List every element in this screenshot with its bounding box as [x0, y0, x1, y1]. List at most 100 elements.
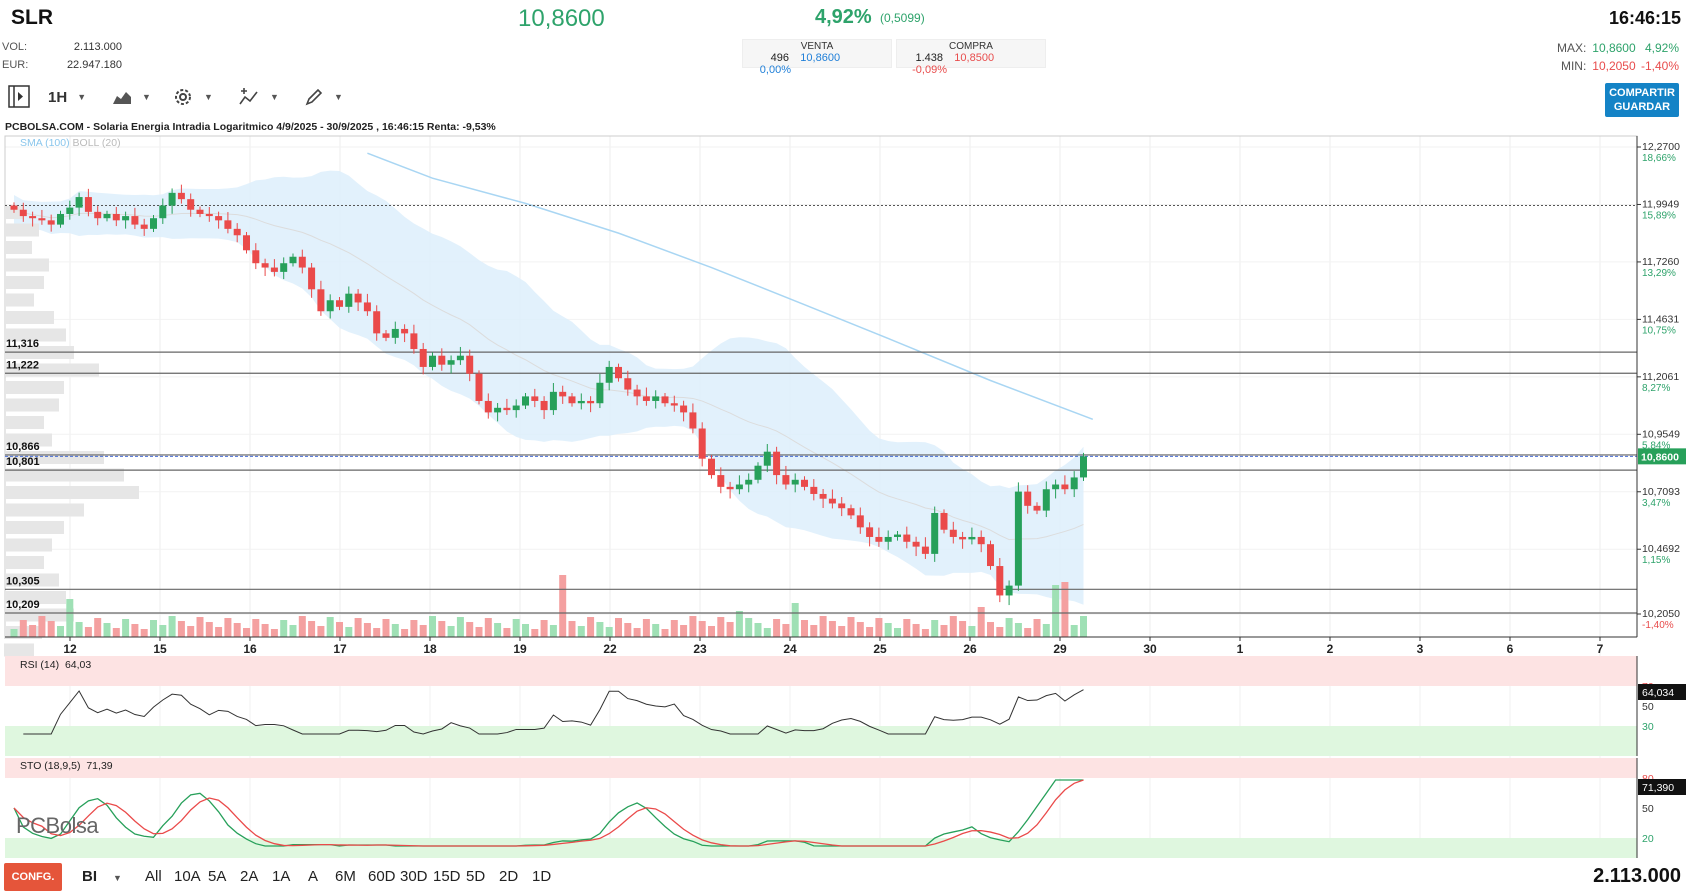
- candle-body: [717, 475, 725, 487]
- x-tick-label: 16: [243, 642, 257, 656]
- candle-body: [698, 428, 706, 459]
- range-button-all[interactable]: All: [145, 868, 162, 885]
- candle-body: [1033, 505, 1041, 511]
- candle-body: [531, 396, 539, 401]
- candle-body: [233, 228, 241, 236]
- range-button-1d[interactable]: 1D: [532, 868, 551, 885]
- volume-bar: [494, 623, 502, 637]
- x-tick-label: 3: [1417, 642, 1424, 656]
- candle-body: [112, 213, 120, 221]
- volume-bar: [66, 599, 74, 637]
- config-button[interactable]: CONFG.: [4, 863, 62, 891]
- range-button-a[interactable]: A: [308, 868, 318, 885]
- volume-bar: [856, 622, 864, 637]
- candle-body: [475, 373, 483, 401]
- volume-bar: [698, 621, 706, 637]
- volume-bar: [419, 625, 427, 637]
- volume-profile-bar: [4, 416, 44, 429]
- volume-bar: [410, 620, 418, 637]
- candle-body: [401, 328, 409, 334]
- candle-body: [977, 536, 985, 545]
- candle-body: [1052, 484, 1060, 490]
- candle-body: [596, 382, 604, 404]
- x-tick-label: 1: [1237, 642, 1244, 656]
- candle-body: [466, 355, 474, 374]
- range-button-15d[interactable]: 15D: [433, 868, 461, 885]
- volume-bar: [205, 622, 213, 637]
- volume-profile-bar: [4, 556, 44, 569]
- volume-bar: [1061, 582, 1069, 637]
- candle-body: [103, 213, 111, 219]
- volume-profile-bar: [4, 521, 64, 534]
- volume-bar: [103, 623, 111, 637]
- range-button-5d[interactable]: 5D: [466, 868, 485, 885]
- candle-body: [363, 302, 371, 312]
- volume-bar: [233, 623, 241, 637]
- volume-profile-bar: [4, 223, 39, 237]
- volume-bar: [605, 627, 613, 637]
- sto-label: STO (18,9,5): [20, 760, 81, 772]
- candle-body: [215, 216, 223, 221]
- volume-profile-bar: [4, 503, 84, 517]
- candle-body: [782, 475, 790, 485]
- volume-bar: [354, 618, 362, 637]
- mode-label: BI: [82, 868, 97, 885]
- volume-bar: [689, 616, 697, 637]
- x-tick-label: 2: [1327, 642, 1334, 656]
- candle-body: [931, 512, 939, 554]
- sto-k-line: [13, 779, 1084, 847]
- volume-profile-bar: [4, 643, 34, 657]
- bollinger-band: [14, 170, 1084, 605]
- volume-bar: [652, 624, 660, 637]
- candle-body: [57, 213, 64, 225]
- candle-body: [456, 355, 464, 361]
- candle-body: [745, 479, 753, 485]
- volume-profile-bar: [4, 381, 64, 394]
- y-tick-pct: 10,75%: [1642, 325, 1676, 336]
- range-button-1a[interactable]: 1A: [272, 868, 290, 885]
- candle-body: [763, 451, 771, 466]
- volume-bar: [336, 622, 343, 637]
- x-tick-label: 29: [1053, 642, 1067, 656]
- y-tick-label: 11,7260: [1642, 256, 1679, 268]
- range-button-60d[interactable]: 60D: [368, 868, 396, 885]
- rsi-tick-label: 50: [1642, 701, 1654, 713]
- rsi-tag: 64,034: [1642, 687, 1674, 699]
- volume-bar: [10, 629, 18, 637]
- volume-bar: [540, 620, 548, 637]
- x-tick-label: 24: [783, 642, 797, 656]
- range-button-10a[interactable]: 10A: [174, 868, 201, 885]
- volume-bar: [1070, 625, 1078, 637]
- range-button-6m[interactable]: 6M: [335, 868, 356, 885]
- volume-bar: [903, 619, 911, 637]
- candle-body: [29, 216, 37, 219]
- candle-body: [708, 458, 715, 476]
- volume-bar: [261, 624, 269, 637]
- volume-bar: [57, 626, 64, 637]
- price-chart[interactable]: 11,316 11,222 10,866 10,801 10,305 10,209 12,…: [0, 0, 1691, 893]
- mode-dropdown[interactable]: BI ▼: [82, 868, 122, 885]
- volume-bar: [252, 619, 260, 637]
- volume-bar: [559, 575, 567, 637]
- sma-legend: SMA (100): [20, 137, 70, 149]
- candle-body: [1061, 484, 1069, 490]
- candle-body: [540, 400, 548, 411]
- range-button-30d[interactable]: 30D: [400, 868, 428, 885]
- volume-bar: [466, 622, 474, 637]
- level-label: 10,209: [6, 599, 40, 611]
- candle-body: [559, 391, 567, 397]
- range-button-5a[interactable]: 5A: [208, 868, 226, 885]
- x-tick-label: 15: [153, 642, 167, 656]
- range-button-2a[interactable]: 2A: [240, 868, 258, 885]
- volume-bar: [1042, 624, 1050, 637]
- candle-body: [47, 220, 55, 225]
- candle-body: [903, 534, 911, 542]
- volume-bar: [38, 616, 46, 637]
- y-tick-label: 11,2061: [1642, 371, 1679, 383]
- candle-body: [819, 493, 827, 499]
- candle-body: [38, 218, 46, 221]
- candle-body: [187, 199, 195, 210]
- volume-bar: [168, 616, 176, 637]
- volume-bar: [726, 622, 734, 637]
- range-button-2d[interactable]: 2D: [499, 868, 518, 885]
